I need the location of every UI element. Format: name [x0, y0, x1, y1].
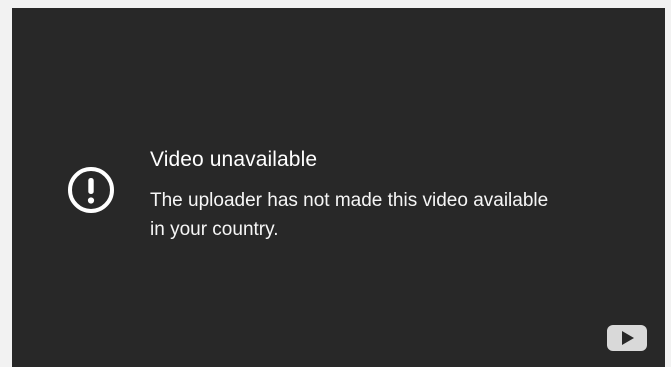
- exclamation-circle-icon: [68, 167, 114, 213]
- error-message: The uploader has not made this video ava…: [150, 190, 549, 240]
- error-title: Video unavailable: [150, 148, 318, 171]
- page: Video unavailable The uploader has not m…: [0, 0, 671, 367]
- unavailable-message: Video unavailable The uploader has not m…: [67, 148, 550, 244]
- youtube-logo-icon[interactable]: [606, 323, 648, 353]
- video-player: Video unavailable The uploader has not m…: [12, 8, 665, 367]
- error-text-group: Video unavailable The uploader has not m…: [150, 148, 550, 244]
